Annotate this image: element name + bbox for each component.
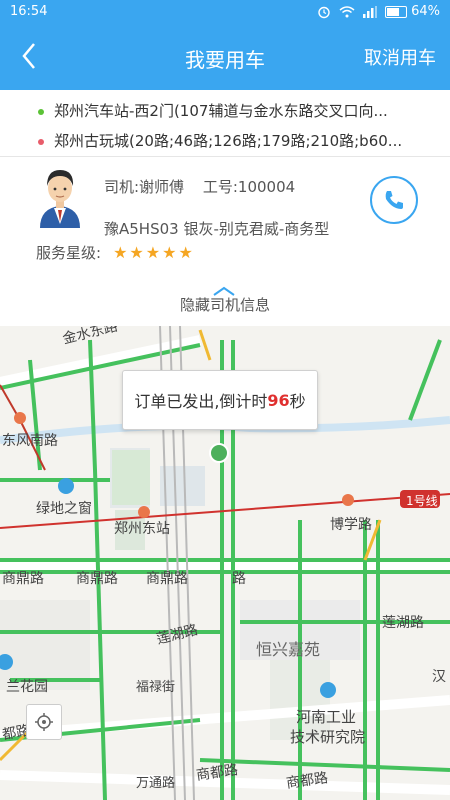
- countdown-seconds: 96: [267, 390, 290, 410]
- map-label: 兰花园: [6, 679, 48, 695]
- battery-icon: [385, 5, 408, 18]
- status-icons: 64%: [317, 4, 440, 19]
- map-label: 商鼎路: [76, 571, 118, 587]
- map-label: 商鼎路: [2, 571, 44, 587]
- driver-id: 工号:100004: [202, 178, 296, 196]
- cancel-order-button[interactable]: 取消用车: [364, 44, 436, 70]
- call-driver-button[interactable]: [370, 176, 418, 224]
- service-rating: 服务星级: ★★★★★: [36, 242, 195, 263]
- map-label: 莲湖路: [382, 615, 424, 631]
- battery-indicator: 64%: [385, 4, 440, 19]
- origin-dot-icon: [38, 109, 44, 115]
- chevron-up-icon: [213, 286, 235, 296]
- map-label: 博学路: [330, 517, 372, 533]
- map-label: 绿地之窗: [36, 501, 92, 517]
- map-label: 郑州东站: [114, 521, 170, 537]
- destination-dot-icon: [38, 139, 44, 145]
- map-label: 东风南路: [2, 433, 58, 449]
- order-countdown-tooltip: 订单已发出,倒计时 96 秒: [122, 370, 318, 430]
- origin-address: 郑州汽车站-西2门(107辅道与金水东路交叉口向...: [54, 102, 388, 120]
- driver-info: 司机:谢师傅 工号:100004: [104, 176, 295, 197]
- map-label: 恒兴嘉苑: [256, 640, 321, 659]
- driver-name: 司机:谢师傅: [104, 178, 185, 196]
- countdown-suffix: 秒: [289, 392, 306, 411]
- status-bar: 16:54 64%: [0, 0, 450, 26]
- driver-avatar: [40, 170, 80, 228]
- app-header: 我要用车 取消用车: [0, 26, 450, 90]
- wifi-icon: [339, 5, 355, 17]
- car-info: 豫A5HS03 银灰-别克君威-商务型: [104, 220, 330, 238]
- alarm-icon: [318, 6, 330, 18]
- map-label: 路: [232, 571, 246, 587]
- map-label: 汉: [432, 669, 446, 685]
- signal-icon: [363, 5, 378, 18]
- destination-address: 郑州古玩城(20路;46路;126路;179路;210路;b60...: [54, 132, 403, 150]
- map-label: 河南工业: [296, 708, 357, 726]
- countdown-prefix: 订单已发出,倒计时: [134, 392, 268, 411]
- map-label: 技术研究院: [290, 728, 366, 746]
- metro-line-label: 1号线: [406, 494, 438, 508]
- rating-label: 服务星级:: [36, 244, 102, 262]
- locate-me-button[interactable]: [26, 704, 62, 740]
- phone-icon: [385, 191, 403, 209]
- divider: [0, 156, 450, 157]
- battery-percent: 64%: [411, 4, 440, 19]
- status-time: 16:54: [10, 4, 48, 19]
- map-label: 商鼎路: [146, 571, 188, 587]
- map-label: 万通路: [136, 776, 176, 791]
- map-label: 福禄街: [136, 680, 176, 695]
- crosshair-icon: [35, 713, 53, 731]
- hide-driver-info-button[interactable]: 隐藏司机信息: [0, 294, 450, 315]
- rating-stars: ★★★★★: [113, 243, 195, 262]
